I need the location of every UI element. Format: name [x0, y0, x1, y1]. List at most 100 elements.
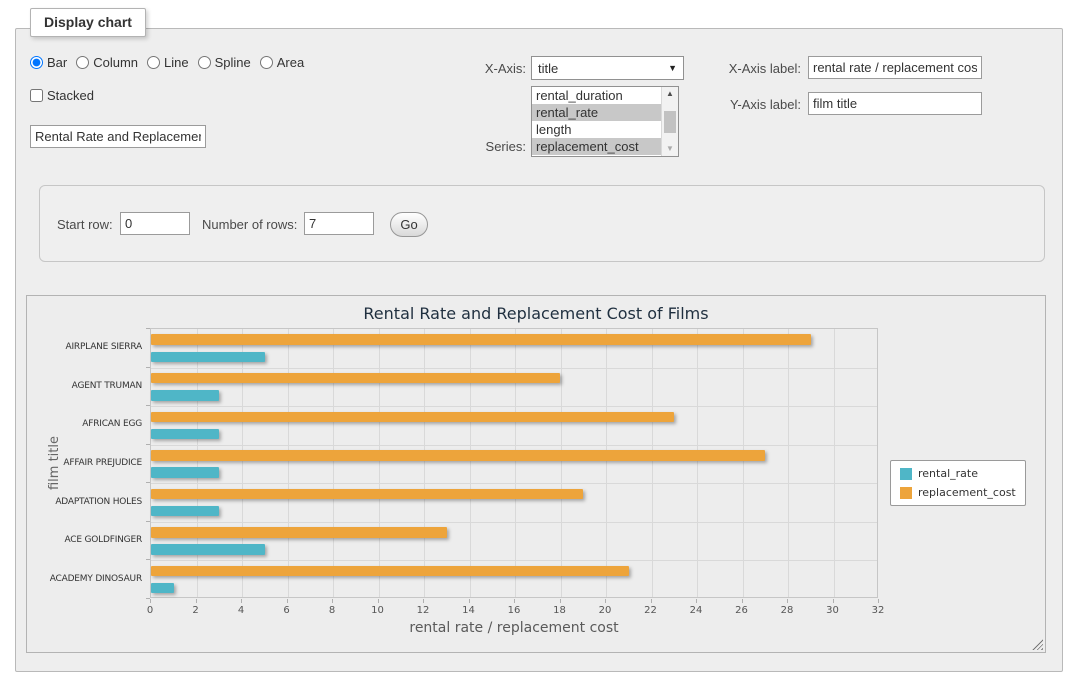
- bar-replacement_cost[interactable]: [151, 489, 583, 499]
- bar-rental_rate[interactable]: [151, 467, 219, 477]
- gridline: [834, 329, 835, 597]
- x-axis-selected-value: title: [538, 61, 668, 76]
- scroll-down-icon[interactable]: ▼: [662, 142, 678, 156]
- x-tick-mark: [787, 599, 788, 603]
- x-tick-mark: [651, 599, 652, 603]
- chart-type-option-spline[interactable]: Spline: [198, 55, 251, 70]
- chart-type-radio[interactable]: [260, 56, 273, 69]
- app-page: Display chart Bar Column Line Spline Are…: [0, 0, 1081, 681]
- gridline: [743, 329, 744, 597]
- gridline: [151, 522, 877, 523]
- stacked-option[interactable]: Stacked: [30, 88, 94, 103]
- gridline: [151, 406, 877, 407]
- chart-type-radio[interactable]: [198, 56, 211, 69]
- x-tick-mark: [332, 599, 333, 603]
- legend-item[interactable]: replacement_cost: [900, 486, 1016, 499]
- series-option[interactable]: rental_rate: [532, 104, 661, 121]
- series-option[interactable]: replacement_cost: [532, 138, 661, 155]
- bar-replacement_cost[interactable]: [151, 450, 765, 460]
- series-option[interactable]: rental_duration: [532, 87, 661, 104]
- gridline: [697, 329, 698, 597]
- y-tick-mark: [146, 521, 150, 522]
- start-row-input[interactable]: [120, 212, 190, 235]
- gridline: [606, 329, 607, 597]
- bar-replacement_cost[interactable]: [151, 412, 674, 422]
- chart-type-label: Bar: [47, 55, 67, 70]
- stacked-checkbox[interactable]: [30, 89, 43, 102]
- x-tick-label: 26: [735, 605, 748, 616]
- start-row-label: Start row:: [57, 217, 119, 232]
- x-tick-label: 8: [329, 605, 335, 616]
- chart-type-radio-group: Bar Column Line Spline Area: [30, 55, 313, 70]
- series-option[interactable]: length: [532, 121, 661, 138]
- series-options: rental_durationrental_ratelengthreplacem…: [532, 87, 661, 156]
- bar-rental_rate[interactable]: [151, 429, 219, 439]
- scroll-up-icon[interactable]: ▲: [662, 87, 678, 101]
- y-category-label: AGENT TRUMAN: [27, 381, 142, 391]
- chart-title: Rental Rate and Replacement Cost of Film…: [27, 304, 1045, 323]
- series-multiselect[interactable]: rental_durationrental_ratelengthreplacem…: [531, 86, 679, 157]
- chart-type-option-column[interactable]: Column: [76, 55, 138, 70]
- stacked-label: Stacked: [47, 88, 94, 103]
- bar-replacement_cost[interactable]: [151, 566, 629, 576]
- display-chart-fieldset: Display chart Bar Column Line Spline Are…: [15, 28, 1063, 672]
- x-axis-label-input[interactable]: [808, 56, 982, 79]
- stacked-row: Stacked: [30, 88, 103, 103]
- x-tick-label: 32: [872, 605, 885, 616]
- bar-rental_rate[interactable]: [151, 352, 265, 362]
- bar-replacement_cost[interactable]: [151, 334, 811, 344]
- x-tick-mark: [878, 599, 879, 603]
- chart-type-label: Line: [164, 55, 189, 70]
- num-rows-label: Number of rows:: [202, 217, 300, 232]
- bar-replacement_cost[interactable]: [151, 527, 447, 537]
- chart-title-input[interactable]: [30, 125, 206, 148]
- scrollbar-thumb[interactable]: [664, 111, 676, 133]
- gridline: [151, 560, 877, 561]
- chart-type-option-line[interactable]: Line: [147, 55, 189, 70]
- y-tick-mark: [146, 367, 150, 368]
- resize-handle-icon[interactable]: [1032, 639, 1043, 650]
- chart-type-option-bar[interactable]: Bar: [30, 55, 67, 70]
- bar-rental_rate[interactable]: [151, 506, 219, 516]
- y-category-label: ACE GOLDFINGER: [27, 535, 142, 545]
- x-tick-label: 14: [462, 605, 475, 616]
- chart-type-radio[interactable]: [76, 56, 89, 69]
- y-category-label: ACADEMY DINOSAUR: [27, 574, 142, 584]
- y-category-label: ADAPTATION HOLES: [27, 497, 142, 507]
- go-button[interactable]: Go: [390, 212, 428, 237]
- bar-replacement_cost[interactable]: [151, 373, 560, 383]
- x-tick-mark: [150, 599, 151, 603]
- x-tick-label: 20: [599, 605, 612, 616]
- chart-type-radio[interactable]: [30, 56, 43, 69]
- chart-legend: rental_rate replacement_cost: [890, 460, 1026, 506]
- bar-rental_rate[interactable]: [151, 583, 174, 593]
- x-tick-mark: [423, 599, 424, 603]
- series-scrollbar[interactable]: ▲ ▼: [661, 87, 678, 156]
- x-axis-select[interactable]: title ▼: [531, 56, 684, 80]
- gridline: [288, 329, 289, 597]
- x-tick-mark: [696, 599, 697, 603]
- y-axis-label-input[interactable]: [808, 92, 982, 115]
- chart-type-label: Spline: [215, 55, 251, 70]
- bar-rental_rate[interactable]: [151, 544, 265, 554]
- x-tick-mark: [196, 599, 197, 603]
- legend-label: replacement_cost: [918, 486, 1016, 499]
- chart-type-radio[interactable]: [147, 56, 160, 69]
- x-tick-mark: [469, 599, 470, 603]
- x-axis-select-label: X-Axis:: [436, 61, 526, 76]
- x-tick-label: 22: [644, 605, 657, 616]
- x-tick-label: 0: [147, 605, 153, 616]
- x-tick-label: 10: [371, 605, 384, 616]
- gridline: [197, 329, 198, 597]
- chart-type-option-area[interactable]: Area: [260, 55, 304, 70]
- x-tick-label: 6: [283, 605, 289, 616]
- num-rows-input[interactable]: [304, 212, 374, 235]
- x-tick-mark: [378, 599, 379, 603]
- bar-rental_rate[interactable]: [151, 390, 219, 400]
- gridline: [151, 445, 877, 446]
- plot-area: [150, 328, 878, 598]
- gridline: [333, 329, 334, 597]
- x-axis-label-label: X-Axis label:: [702, 61, 801, 76]
- chart-type-label: Column: [93, 55, 138, 70]
- legend-item[interactable]: rental_rate: [900, 467, 1016, 480]
